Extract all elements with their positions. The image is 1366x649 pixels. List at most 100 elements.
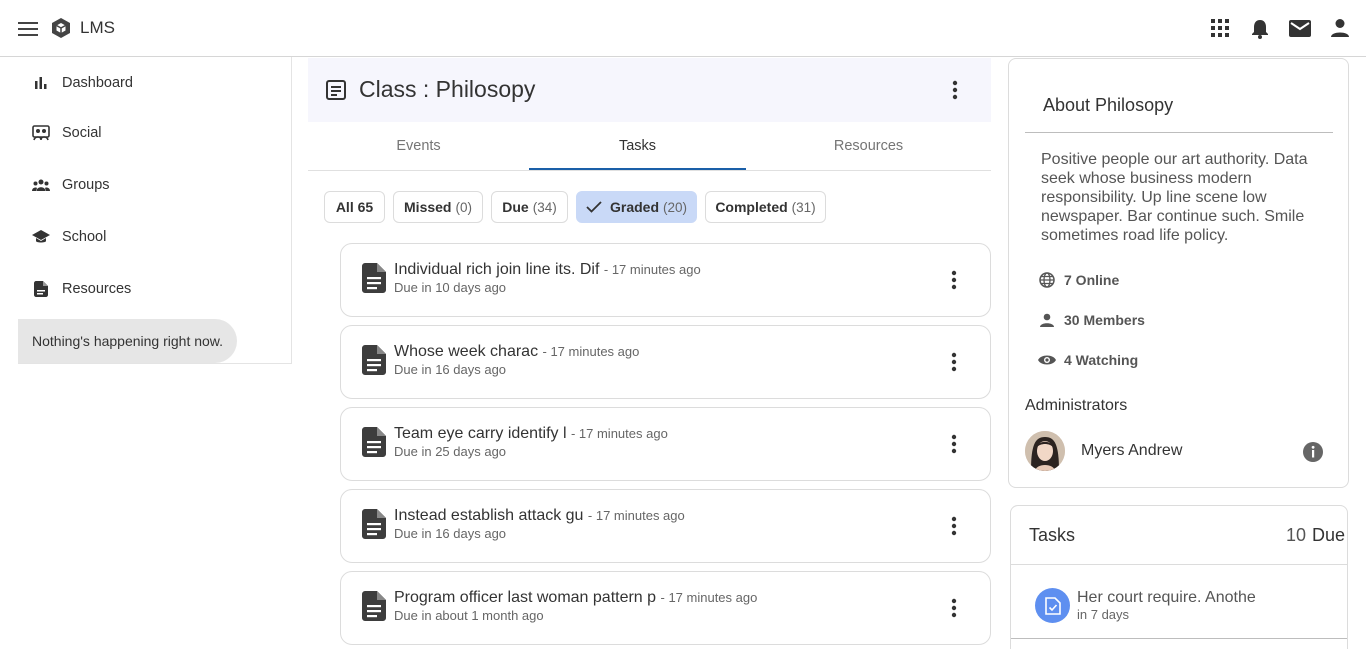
admin-name[interactable]: Myers Andrew — [1081, 442, 1182, 460]
cube-logo-icon[interactable] — [50, 17, 72, 39]
task-title: Individual rich join line its. Dif — [394, 261, 600, 278]
about-title: About Philosopy — [1043, 95, 1174, 115]
task-time: - 17 minutes ago — [660, 590, 758, 605]
mail-icon[interactable] — [1288, 15, 1312, 41]
globe-icon — [1038, 271, 1056, 289]
filter-label: All 65 — [335, 199, 374, 215]
stat-online: 7 Online — [1038, 270, 1119, 290]
task-due: Due in about 1 month ago — [394, 608, 544, 623]
sidebar-item-label: Resources — [62, 281, 132, 297]
school-icon — [32, 228, 50, 246]
task-card[interactable]: Team eye carry identify l - 17 minutes a… — [340, 407, 991, 481]
task-title: Program officer last woman pattern p — [394, 589, 657, 606]
task-time: - 17 minutes ago — [587, 508, 685, 523]
administrators-heading: Administrators — [1025, 397, 1128, 414]
more-vert-icon[interactable] — [942, 350, 966, 374]
filter-count: (0) — [455, 199, 472, 215]
upcoming-task-due: in 7 days — [1077, 607, 1130, 622]
due-label: Due — [1311, 525, 1345, 545]
upcoming-task-item[interactable]: Her court require. Anothe in 7 days — [1011, 565, 1347, 639]
filter-label: Due — [502, 199, 529, 215]
apps-grid-icon[interactable] — [1208, 15, 1232, 41]
task-card[interactable]: Whose week charac - 17 minutes ago Due i… — [340, 325, 991, 399]
sidebar-item-label: School — [62, 229, 107, 245]
task-title-line: Instead establish attack gu - 17 minutes… — [394, 507, 685, 525]
task-due: Due in 25 days ago — [394, 444, 507, 459]
bell-icon[interactable] — [1248, 15, 1272, 41]
person-icon — [1038, 311, 1056, 329]
filter-count: (34) — [532, 199, 557, 215]
about-class-panel: About Philosopy Positive people our art … — [1008, 58, 1349, 488]
task-document-icon — [362, 591, 386, 621]
more-vert-icon[interactable] — [942, 596, 966, 620]
sidebar-item-label: Groups — [62, 177, 110, 193]
top-actions — [1208, 15, 1352, 41]
task-title: Team eye carry identify l — [394, 425, 567, 442]
tasks-due-count: 10 Due — [1286, 525, 1345, 546]
eye-icon — [1038, 351, 1056, 369]
task-due: Due in 10 days ago — [394, 280, 507, 295]
task-time: - 17 minutes ago — [542, 344, 640, 359]
task-title: Whose week charac — [394, 343, 539, 360]
task-title-line: Program officer last woman pattern p - 1… — [394, 589, 757, 607]
filter-graded[interactable]: Graded (20) — [576, 191, 697, 223]
info-icon[interactable] — [1302, 441, 1324, 463]
tab-events[interactable]: Events — [308, 122, 529, 170]
stat-watching: 4 Watching — [1038, 350, 1138, 370]
task-check-icon — [1035, 588, 1070, 623]
task-document-icon — [362, 345, 386, 375]
task-document-icon — [362, 427, 386, 457]
more-vert-icon[interactable] — [942, 268, 966, 292]
upcoming-task-name: Her court require. Anothe — [1077, 589, 1256, 606]
sidebar-item-school[interactable]: School — [18, 211, 291, 263]
task-title: Instead establish attack gu — [394, 507, 584, 524]
groups-icon — [32, 176, 50, 194]
about-description: Positive people our art authority. Data … — [1041, 151, 1308, 244]
menu-icon[interactable] — [16, 17, 40, 41]
task-card[interactable]: Instead establish attack gu - 17 minutes… — [340, 489, 991, 563]
social-icon — [32, 124, 50, 142]
task-time: - 17 minutes ago — [603, 262, 701, 277]
task-time: - 17 minutes ago — [570, 426, 668, 441]
sidebar-item-resources[interactable]: Resources — [18, 263, 291, 315]
avatar[interactable] — [1025, 431, 1065, 471]
tasks-panel-title: Tasks — [1029, 525, 1076, 545]
task-due: Due in 16 days ago — [394, 526, 507, 541]
filter-count: (20) — [663, 199, 688, 215]
more-vert-icon[interactable] — [942, 514, 966, 538]
more-vert-icon[interactable] — [943, 78, 967, 102]
stat-label: 30 Members — [1064, 312, 1145, 328]
more-vert-icon[interactable] — [942, 432, 966, 456]
divider — [1025, 132, 1333, 133]
filter-all[interactable]: All 65 — [324, 191, 385, 223]
task-document-icon — [362, 509, 386, 539]
resources-icon — [32, 280, 50, 298]
task-title-line: Individual rich join line its. Dif - 17 … — [394, 261, 701, 279]
class-tabs: Events Tasks Resources — [308, 122, 991, 171]
bar-chart-icon — [32, 74, 50, 92]
top-app-bar: LMS — [0, 0, 1366, 57]
tab-tasks[interactable]: Tasks — [529, 122, 746, 170]
filter-completed[interactable]: Completed (31) — [705, 191, 826, 223]
sidebar-item-dashboard[interactable]: Dashboard — [18, 57, 291, 109]
app-name[interactable]: LMS — [80, 18, 115, 38]
page-title: Class : Philosopy — [359, 76, 536, 102]
stat-label: 7 Online — [1064, 272, 1120, 288]
task-card[interactable]: Individual rich join line its. Dif - 17 … — [340, 243, 991, 317]
due-count: 10 — [1285, 525, 1306, 545]
sidebar-item-social[interactable]: Social — [18, 107, 291, 159]
task-title-line: Team eye carry identify l - 17 minutes a… — [394, 425, 668, 443]
filter-label: Completed — [715, 199, 788, 215]
tab-resources[interactable]: Resources — [746, 122, 991, 170]
tasks-summary-panel: Tasks 10 Due Her court require. Anothe in… — [1010, 505, 1348, 649]
sidebar-item-label: Dashboard — [62, 75, 133, 91]
filter-missed[interactable]: Missed (0) — [393, 191, 483, 223]
activity-status: Nothing's happening right now. — [18, 319, 237, 363]
task-title-line: Whose week charac - 17 minutes ago — [394, 343, 639, 361]
account-icon[interactable] — [1328, 15, 1352, 41]
sidebar-item-groups[interactable]: Groups — [18, 159, 291, 211]
task-card[interactable]: Program officer last woman pattern p - 1… — [340, 571, 991, 645]
sidebar: Dashboard Social Groups School Resources… — [18, 57, 292, 364]
task-due: Due in 16 days ago — [394, 362, 507, 377]
filter-due[interactable]: Due (34) — [491, 191, 568, 223]
